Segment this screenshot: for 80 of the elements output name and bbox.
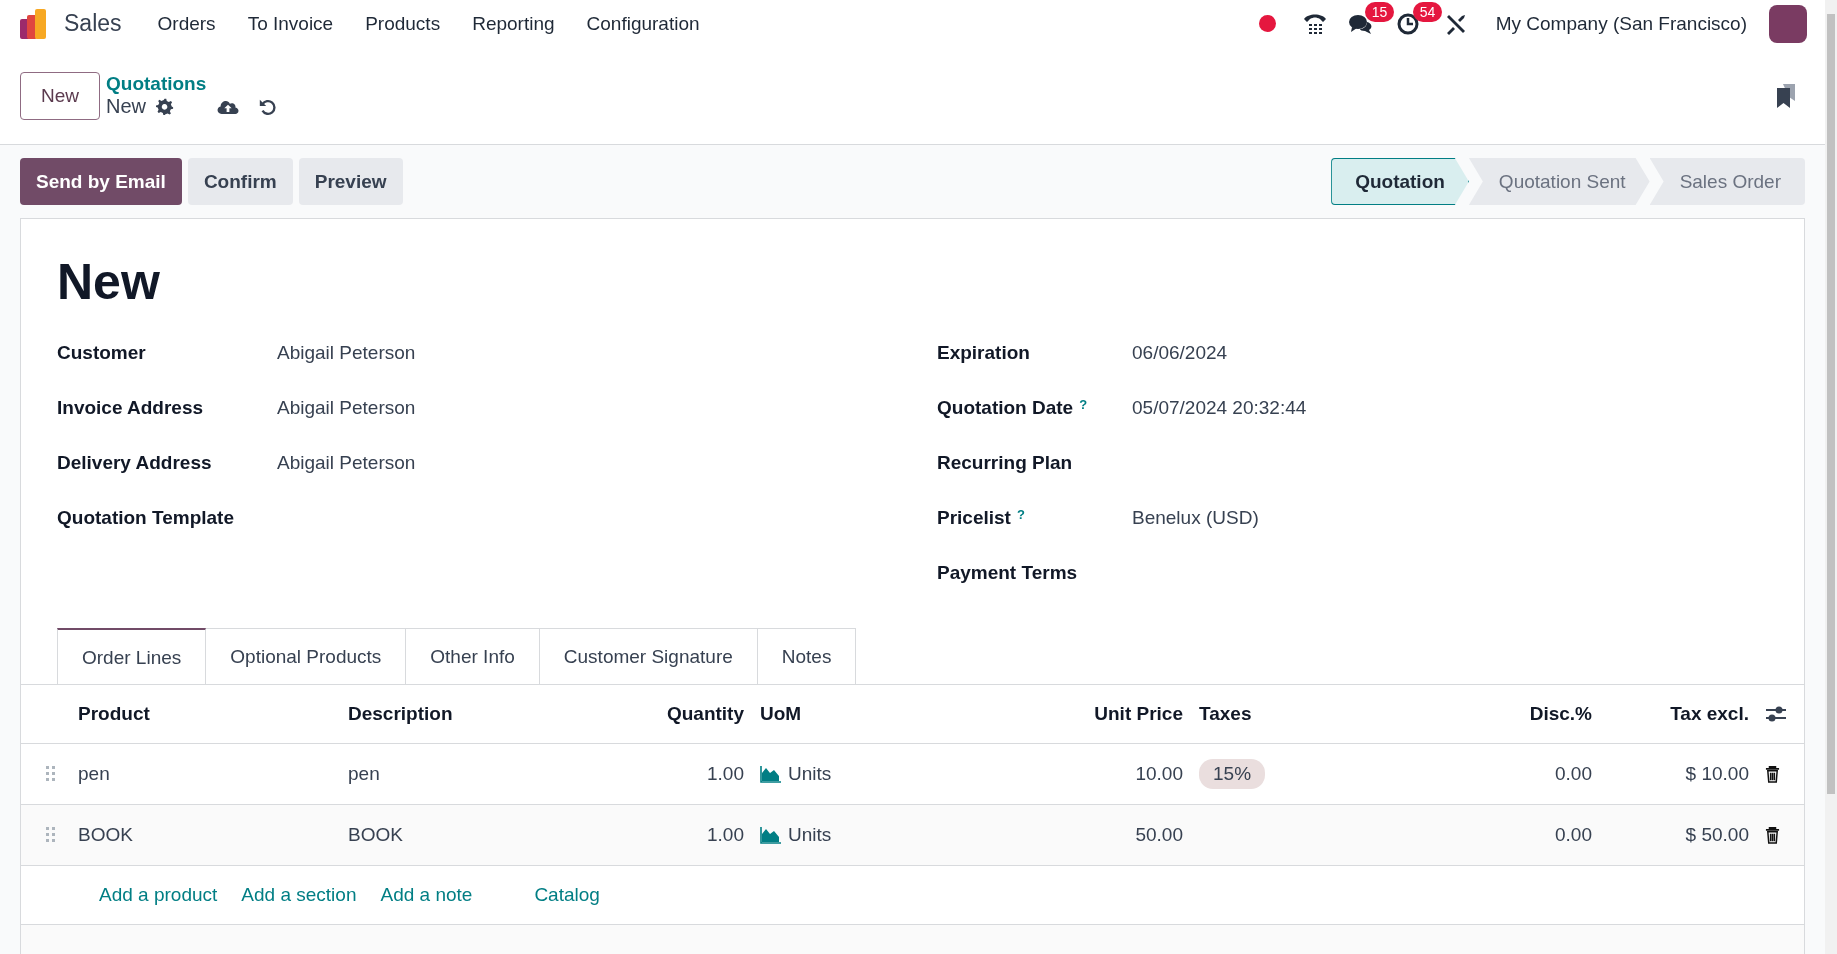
record-dot-icon[interactable] — [1258, 15, 1276, 32]
trash-icon[interactable] — [1765, 826, 1780, 844]
tab[interactable]: Customer Signature — [539, 628, 758, 684]
status-step[interactable]: Sales Order — [1649, 158, 1805, 205]
column-header[interactable]: Disc.% — [1400, 703, 1600, 725]
table-cell-text: pen — [347, 763, 381, 785]
tab[interactable]: Optional Products — [206, 628, 407, 684]
drag-handle-icon[interactable] — [45, 766, 56, 782]
tab[interactable]: Notes — [757, 628, 857, 684]
column-header[interactable]: Unit Price — [1000, 703, 1191, 725]
table-cell-text: 0.00 — [1554, 763, 1593, 785]
column-header[interactable]: Tax excl. — [1600, 703, 1757, 725]
menu-item[interactable]: Configuration — [586, 12, 700, 35]
table-cell-text: 1.00 — [706, 763, 745, 785]
table-cell: Units — [788, 824, 832, 846]
record-title: New — [57, 253, 161, 311]
area-chart-icon[interactable] — [760, 765, 782, 783]
action-button[interactable]: Confirm — [187, 158, 293, 205]
menu-item[interactable]: Products — [365, 12, 441, 35]
trash-icon[interactable] — [1765, 765, 1780, 783]
field-label: Expiration — [937, 341, 1030, 364]
action-button[interactable]: Preview — [298, 158, 403, 205]
table-cell-text: 50.00 — [1134, 824, 1184, 846]
table-cell-text: 10.00 — [1134, 763, 1184, 785]
add-link[interactable]: Catalog — [534, 884, 600, 906]
field-value[interactable]: 05/07/2024 20:32:44 — [1132, 396, 1307, 419]
menu-item[interactable]: Reporting — [472, 12, 555, 35]
area-chart-icon[interactable] — [760, 826, 782, 844]
field-label: Quotation Date — [937, 396, 1074, 419]
table-cell-text: BOOK — [347, 824, 404, 846]
new-button[interactable]: New — [20, 71, 100, 120]
field-label: Customer — [57, 341, 146, 364]
field-label: Payment Terms — [937, 561, 1078, 584]
menu-item[interactable]: To Invoice — [247, 12, 334, 35]
app-name[interactable]: Sales — [64, 10, 122, 37]
table-cell-text: 1.00 — [706, 824, 745, 846]
field-value[interactable]: 06/06/2024 — [1132, 341, 1228, 364]
help-tooltip-mark[interactable]: ? — [1079, 396, 1088, 412]
table-cell-text: $ 10.00 — [1684, 763, 1750, 785]
bookmark-icon[interactable] — [1775, 82, 1797, 109]
column-header[interactable]: Quantity — [620, 703, 752, 725]
action-button[interactable]: Send by Email — [20, 158, 182, 205]
settings-icon[interactable] — [156, 97, 175, 116]
add-link[interactable]: Add a section — [241, 884, 357, 906]
status-step[interactable]: Quotation Sent — [1468, 158, 1650, 205]
column-header[interactable]: Taxes — [1191, 703, 1400, 725]
tab[interactable]: Other Info — [406, 628, 540, 684]
field-label: Invoice Address — [57, 396, 204, 419]
menu-item[interactable]: Orders — [157, 12, 216, 35]
field-label: Delivery Address — [57, 451, 212, 474]
table-cell: Units — [788, 763, 832, 785]
company-name[interactable]: My Company (San Francisco) — [1495, 12, 1747, 35]
field-label: Quotation Template — [57, 506, 234, 529]
field-value[interactable]: Abigail Peterson — [277, 396, 416, 419]
help-tooltip-mark[interactable]: ? — [1016, 506, 1025, 522]
table-cell-text: pen — [77, 763, 111, 785]
tab[interactable]: Order Lines — [57, 628, 207, 685]
field-value[interactable]: Abigail Peterson — [277, 341, 416, 364]
drag-handle-icon[interactable] — [45, 827, 56, 843]
counter-badge: 15 — [1364, 1, 1395, 22]
column-header[interactable]: UoM — [752, 703, 1000, 725]
field-label: Recurring Plan — [937, 451, 1073, 474]
column-header[interactable]: Product — [70, 703, 340, 725]
sliders-icon[interactable] — [1765, 705, 1787, 723]
field-value[interactable]: Benelux (USD) — [1132, 506, 1259, 529]
field-value[interactable]: Abigail Peterson — [277, 451, 416, 474]
column-header[interactable]: Description — [340, 703, 620, 725]
tax-tag[interactable]: 15% — [1199, 759, 1266, 789]
add-link[interactable]: Add a note — [380, 884, 473, 906]
breadcrumb-link[interactable]: Quotations — [106, 73, 297, 95]
table-cell-text: BOOK — [77, 824, 134, 846]
add-link[interactable]: Add a product — [99, 884, 218, 906]
counter-badge: 54 — [1412, 1, 1443, 22]
record-name: New — [106, 95, 147, 118]
field-label: Pricelist — [937, 506, 1011, 529]
status-step[interactable]: Quotation — [1331, 158, 1469, 205]
avatar[interactable] — [1769, 4, 1807, 43]
table-cell-text: 0.00 — [1554, 824, 1593, 846]
scrollbar[interactable] — [1825, 0, 1837, 954]
table-cell-text: $ 50.00 — [1684, 824, 1750, 846]
